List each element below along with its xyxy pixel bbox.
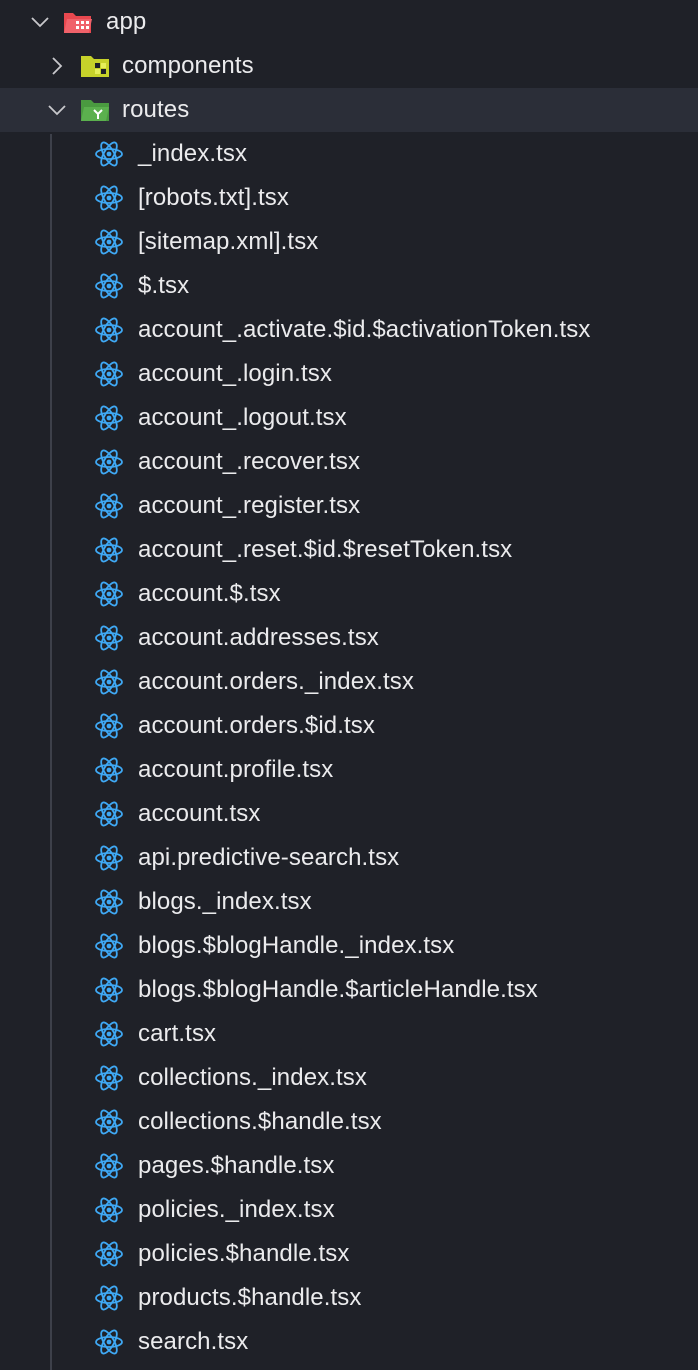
react-icon [94,1197,124,1223]
tree-item-file[interactable]: account.orders._index.tsx [0,660,698,704]
tree-item-label: app [106,8,147,35]
tree-item-label: account.orders.$id.tsx [138,712,375,739]
tree-item-label: routes [122,96,190,123]
tree-item-file[interactable]: pages.$handle.tsx [0,1144,698,1188]
react-icon [94,361,124,387]
tree-item-routes[interactable]: routes [0,88,698,132]
tree-item-label: blogs.$blogHandle.$articleHandle.tsx [138,976,538,1003]
react-icon [94,1153,124,1179]
tree-item-file[interactable]: account.$.tsx [0,572,698,616]
folder-open-app-icon [63,9,93,35]
tree-item-label: pages.$handle.tsx [138,1152,335,1179]
tree-item-label: account.addresses.tsx [138,624,379,651]
tree-item-file[interactable]: products.$handle.tsx [0,1276,698,1320]
tree-item-file[interactable]: account.addresses.tsx [0,616,698,660]
folder-open-routes-icon [80,97,110,123]
tree-item-file[interactable]: account_.register.tsx [0,484,698,528]
react-icon [94,625,124,651]
tree-item-file[interactable]: blogs.$blogHandle._index.tsx [0,924,698,968]
tree-item-file[interactable]: account_.login.tsx [0,352,698,396]
react-icon [94,493,124,519]
tree-item-file[interactable]: account.profile.tsx [0,748,698,792]
react-icon [94,933,124,959]
tree-item-components[interactable]: components [0,44,698,88]
react-icon [94,1241,124,1267]
chevron-down-icon[interactable] [28,10,52,34]
tree-item-label: collections.$handle.tsx [138,1108,382,1135]
tree-item-file[interactable]: account_.reset.$id.$resetToken.tsx [0,528,698,572]
tree-item-file[interactable]: blogs.$blogHandle.$articleHandle.tsx [0,968,698,1012]
tree-item-label: account_.register.tsx [138,492,361,519]
tree-item-label: account.$.tsx [138,580,281,607]
routes-file-list: _index.tsx [robots.txt].tsx [sitemap.xml].… [0,132,698,1364]
tree-item-label: api.predictive-search.tsx [138,844,400,871]
react-icon [94,273,124,299]
tree-item-label: account_.recover.tsx [138,448,361,475]
tree-item-label: $.tsx [138,272,190,299]
tree-item-file[interactable]: collections._index.tsx [0,1056,698,1100]
tree-item-file[interactable]: blogs._index.tsx [0,880,698,924]
tree-item-label: blogs._index.tsx [138,888,312,915]
tree-item-label: products.$handle.tsx [138,1284,362,1311]
tree-item-file[interactable]: account.orders.$id.tsx [0,704,698,748]
tree-item-file[interactable]: [robots.txt].tsx [0,176,698,220]
tree-item-file[interactable]: collections.$handle.tsx [0,1100,698,1144]
react-icon [94,581,124,607]
react-icon [94,669,124,695]
react-icon [94,449,124,475]
react-icon [94,1329,124,1355]
react-icon [94,1065,124,1091]
react-icon [94,845,124,871]
chevron-right-icon[interactable] [45,54,69,78]
file-explorer-tree: app components routes _index.tsx [robots… [0,0,698,1370]
tree-item-file[interactable]: [sitemap.xml].tsx [0,220,698,264]
tree-item-file[interactable]: api.predictive-search.tsx [0,836,698,880]
react-icon [94,229,124,255]
tree-item-label: account_.logout.tsx [138,404,347,431]
tree-item-file[interactable]: account.tsx [0,792,698,836]
tree-item-file[interactable]: policies._index.tsx [0,1188,698,1232]
tree-item-label: _index.tsx [138,140,248,167]
tree-item-label: account_.login.tsx [138,360,332,387]
tree-item-label: account.profile.tsx [138,756,334,783]
tree-item-file[interactable]: _index.tsx [0,132,698,176]
tree-item-file[interactable]: account_.recover.tsx [0,440,698,484]
react-icon [94,757,124,783]
react-icon [94,713,124,739]
tree-item-label: cart.tsx [138,1020,217,1047]
react-icon [94,889,124,915]
tree-item-label: components [122,52,254,79]
react-icon [94,317,124,343]
tree-item-app[interactable]: app [0,0,698,44]
tree-item-label: [robots.txt].tsx [138,184,289,211]
tree-item-label: [sitemap.xml].tsx [138,228,319,255]
tree-item-label: collections._index.tsx [138,1064,367,1091]
tree-item-file[interactable]: account_.logout.tsx [0,396,698,440]
react-icon [94,1109,124,1135]
tree-item-file[interactable]: cart.tsx [0,1012,698,1056]
tree-item-label: account.tsx [138,800,261,827]
tree-item-label: policies.$handle.tsx [138,1240,350,1267]
tree-item-label: account_.reset.$id.$resetToken.tsx [138,536,513,563]
tree-item-label: policies._index.tsx [138,1196,335,1223]
react-icon [94,977,124,1003]
tree-item-file[interactable]: $.tsx [0,264,698,308]
tree-item-file[interactable]: account_.activate.$id.$activationToken.t… [0,308,698,352]
tree-item-label: account.orders._index.tsx [138,668,414,695]
tree-item-label: account_.activate.$id.$activationToken.t… [138,316,591,343]
folder-components-icon [80,53,110,79]
indent-guide [50,134,52,1370]
react-icon [94,537,124,563]
react-icon [94,185,124,211]
react-icon [94,405,124,431]
chevron-down-icon[interactable] [45,98,69,122]
react-icon [94,141,124,167]
tree-item-file[interactable]: search.tsx [0,1320,698,1364]
tree-item-label: search.tsx [138,1328,249,1355]
react-icon [94,801,124,827]
react-icon [94,1285,124,1311]
react-icon [94,1021,124,1047]
tree-item-file[interactable]: policies.$handle.tsx [0,1232,698,1276]
tree-item-label: blogs.$blogHandle._index.tsx [138,932,455,959]
